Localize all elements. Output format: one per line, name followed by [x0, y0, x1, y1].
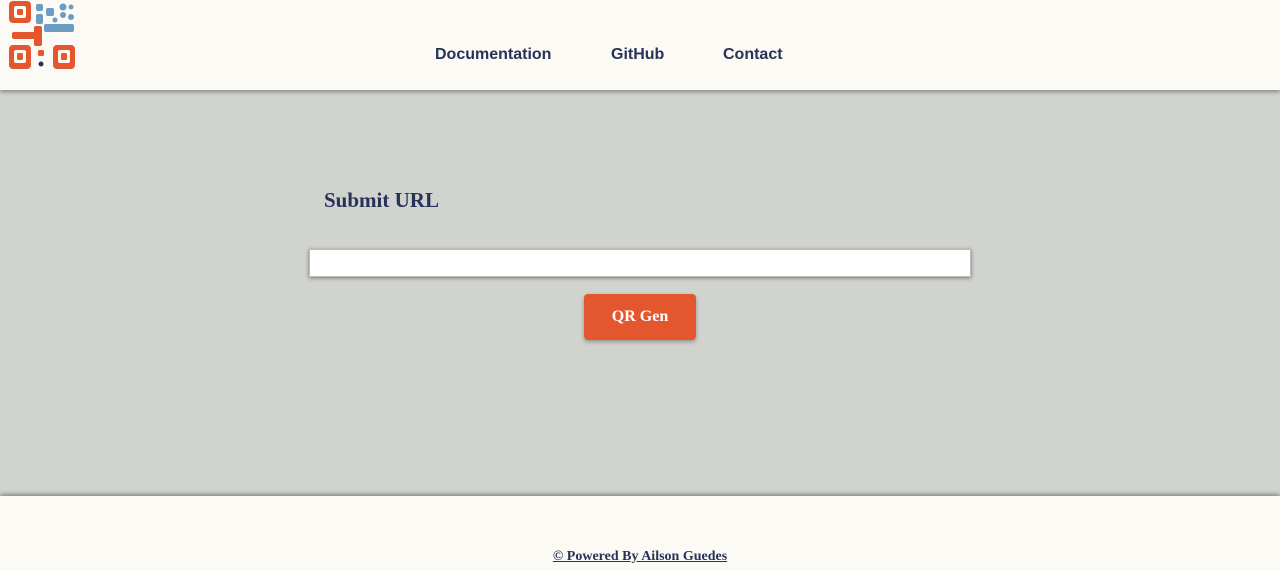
site-footer: © Powered By Ailson Guedes	[0, 496, 1280, 571]
nav-github-link[interactable]: GitHub	[611, 46, 664, 64]
main-content: Submit URL QR Gen	[0, 90, 1280, 496]
nav-contact-link[interactable]: Contact	[723, 46, 783, 64]
qr-gen-button[interactable]: QR Gen	[584, 294, 696, 340]
footer-credit-link[interactable]: © Powered By Ailson Guedes	[0, 549, 1280, 565]
url-input[interactable]	[309, 249, 971, 277]
nav-documentation-link[interactable]: Documentation	[435, 46, 551, 64]
page-title: Submit URL	[324, 188, 439, 212]
site-header: Documentation GitHub Contact	[0, 0, 1280, 90]
main-nav: Documentation GitHub Contact	[0, 46, 1280, 68]
